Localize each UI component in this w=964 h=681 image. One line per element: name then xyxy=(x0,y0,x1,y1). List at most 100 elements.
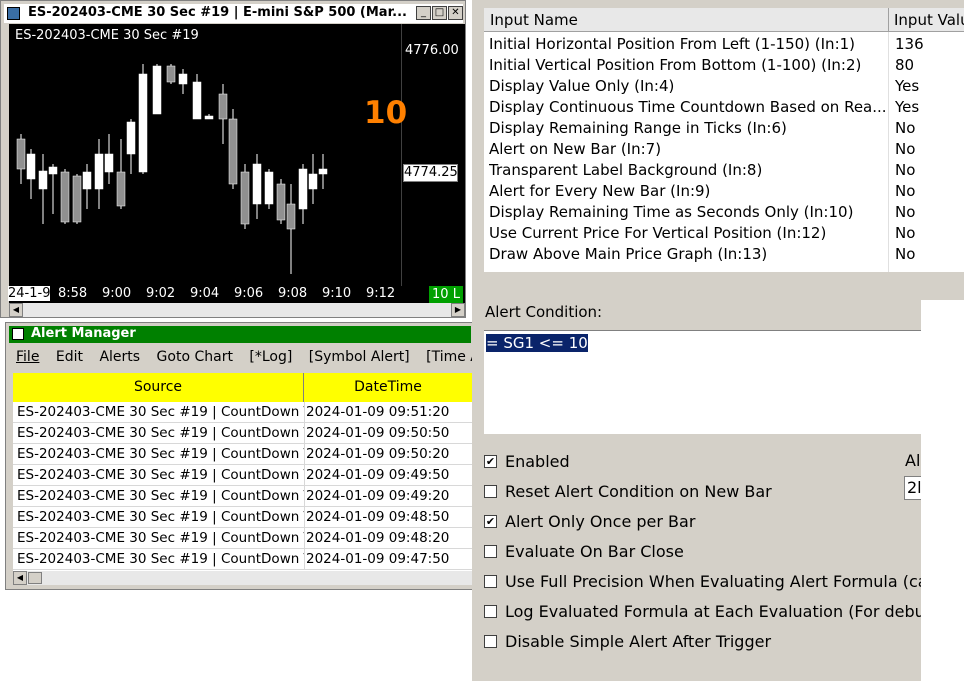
alerts-table: Source DateTime ES-202403-CME 30 Sec #19… xyxy=(13,373,472,571)
log-formula-checkbox[interactable] xyxy=(484,605,497,618)
candle xyxy=(166,65,176,83)
status-badge: 10 L xyxy=(429,286,463,303)
chart-app-icon xyxy=(7,7,20,20)
cell-datetime: 2024-01-09 09:47:50 xyxy=(306,551,450,567)
option-label: Log Evaluated Formula at Each Evaluation… xyxy=(505,602,921,621)
chart-horizontal-scrollbar[interactable]: ◀ ▶ xyxy=(9,303,465,317)
table-row[interactable]: ES-202403-CME 30 Sec #19 | CountDown T 20… xyxy=(13,423,472,444)
input-value[interactable]: Yes xyxy=(895,97,919,118)
scroll-right-arrow[interactable]: ▶ xyxy=(451,303,465,317)
option-alert-once[interactable]: ✔ Alert Only Once per Bar xyxy=(484,512,904,534)
input-row[interactable]: Alert for Every New Bar (In:9) No xyxy=(484,181,964,202)
menu-goto-chart[interactable]: Goto Chart xyxy=(157,349,233,365)
candle xyxy=(116,171,126,207)
option-label: Evaluate On Bar Close xyxy=(505,542,684,561)
inputs-header: Input Name Input Valu xyxy=(484,8,964,32)
alert-manager-icon xyxy=(12,328,24,340)
column-header-input-value[interactable]: Input Valu xyxy=(894,11,964,29)
input-name: Alert on New Bar (In:7) xyxy=(489,140,662,158)
option-evaluate-on-close[interactable]: Evaluate On Bar Close xyxy=(484,542,904,564)
option-label: Use Full Precision When Evaluating Alert… xyxy=(505,572,921,591)
input-value[interactable]: No xyxy=(895,139,915,160)
side-field-value: 2l xyxy=(907,478,921,497)
cell-source: ES-202403-CME 30 Sec #19 | CountDown T xyxy=(17,551,305,567)
cell-datetime: 2024-01-09 09:49:20 xyxy=(306,488,450,504)
column-header-input-name[interactable]: Input Name xyxy=(490,11,578,29)
enabled-checkbox[interactable]: ✔ xyxy=(484,455,497,468)
column-divider xyxy=(888,8,889,32)
disable-after-trigger-checkbox[interactable] xyxy=(484,635,497,648)
full-precision-checkbox[interactable] xyxy=(484,575,497,588)
input-name: Initial Vertical Position From Bottom (1… xyxy=(489,56,862,74)
candle xyxy=(152,65,162,115)
menu-alerts[interactable]: Alerts xyxy=(99,349,140,365)
side-field-input[interactable]: 2l xyxy=(904,476,921,500)
scroll-thumb[interactable] xyxy=(28,572,42,584)
input-value[interactable]: No xyxy=(895,223,915,244)
column-header-datetime[interactable]: DateTime xyxy=(304,373,472,402)
input-value[interactable]: No xyxy=(895,181,915,202)
input-row[interactable]: Display Remaining Time as Seconds Only (… xyxy=(484,202,964,223)
countdown-value: 10 xyxy=(364,95,408,131)
table-row[interactable]: ES-202403-CME 30 Sec #19 | CountDown T 20… xyxy=(13,528,472,549)
time-label: 9:10 xyxy=(322,286,352,301)
option-disable-after-trigger[interactable]: Disable Simple Alert After Trigger xyxy=(484,632,904,654)
scroll-left-arrow[interactable]: ◀ xyxy=(13,571,27,585)
option-log-formula[interactable]: Log Evaluated Formula at Each Evaluation… xyxy=(484,602,921,624)
input-value[interactable]: Yes xyxy=(895,76,919,97)
reset-checkbox[interactable] xyxy=(484,485,497,498)
input-value[interactable]: No xyxy=(895,202,915,223)
table-row[interactable]: ES-202403-CME 30 Sec #19 | CountDown T 20… xyxy=(13,486,472,507)
alert-condition-label: Alert Condition: xyxy=(485,303,603,321)
input-row[interactable]: Initial Vertical Position From Bottom (1… xyxy=(484,55,964,76)
input-value[interactable]: No xyxy=(895,244,915,265)
input-row[interactable]: Display Remaining Range in Ticks (In:6) N… xyxy=(484,118,964,139)
chart-window-title: ES-202403-CME 30 Sec #19 | E-mini S&P 50… xyxy=(28,5,407,20)
menu-symbol-alert[interactable]: [Symbol Alert] xyxy=(309,349,410,365)
scroll-left-arrow[interactable]: ◀ xyxy=(9,303,23,317)
cell-source: ES-202403-CME 30 Sec #19 | CountDown T xyxy=(17,404,305,420)
input-row[interactable]: Transparent Label Background (In:8) No xyxy=(484,160,964,181)
candlestick-chart[interactable] xyxy=(9,24,465,286)
input-row[interactable]: Initial Horizontal Position From Left (1… xyxy=(484,34,964,55)
input-value[interactable]: 80 xyxy=(895,55,914,76)
input-value[interactable]: No xyxy=(895,160,915,181)
cell-source: ES-202403-CME 30 Sec #19 | CountDown T xyxy=(17,425,305,441)
input-row[interactable]: Alert on New Bar (In:7) No xyxy=(484,139,964,160)
study-inputs-table: Input Name Input Valu Initial Horizontal… xyxy=(484,8,964,272)
input-value[interactable]: 136 xyxy=(895,34,924,55)
table-row[interactable]: ES-202403-CME 30 Sec #19 | CountDown T 20… xyxy=(13,507,472,528)
option-reset-on-new-bar[interactable]: Reset Alert Condition on New Bar xyxy=(484,482,904,504)
candle xyxy=(94,153,104,190)
menu-edit[interactable]: Edit xyxy=(56,349,83,365)
option-enabled[interactable]: ✔ Enabled xyxy=(484,452,904,474)
input-row[interactable]: Display Value Only (In:4) Yes xyxy=(484,76,964,97)
minimize-button[interactable]: _ xyxy=(416,6,431,20)
input-row[interactable]: Draw Above Main Price Graph (In:13) No xyxy=(484,244,964,265)
cell-datetime: 2024-01-09 09:50:50 xyxy=(306,425,450,441)
option-full-precision[interactable]: Use Full Precision When Evaluating Alert… xyxy=(484,572,921,594)
maximize-button[interactable]: □ xyxy=(432,6,447,20)
evaluate-close-checkbox[interactable] xyxy=(484,545,497,558)
alert-once-checkbox[interactable]: ✔ xyxy=(484,515,497,528)
menu-log[interactable]: [*Log] xyxy=(249,349,292,365)
menu-file[interactable]: File xyxy=(16,349,39,365)
input-value[interactable]: No xyxy=(895,118,915,139)
table-row[interactable]: ES-202403-CME 30 Sec #19 | CountDown T 20… xyxy=(13,549,472,570)
candle xyxy=(48,166,58,175)
alert-formula-field[interactable]: = SG1 <= 10 xyxy=(484,330,921,434)
column-header-source[interactable]: Source xyxy=(13,373,304,402)
chart-titlebar[interactable]: ES-202403-CME 30 Sec #19 | E-mini S&P 50… xyxy=(4,4,463,23)
alert-manager-titlebar[interactable]: Alert Manager xyxy=(9,326,471,343)
close-button[interactable]: ✕ xyxy=(448,6,463,20)
table-row[interactable]: ES-202403-CME 30 Sec #19 | CountDown T 20… xyxy=(13,465,472,486)
input-row[interactable]: Display Continuous Time Countdown Based … xyxy=(484,97,964,118)
table-row[interactable]: ES-202403-CME 30 Sec #19 | CountDown T 20… xyxy=(13,444,472,465)
input-row[interactable]: Use Current Price For Vertical Position … xyxy=(484,223,964,244)
time-label: 9:02 xyxy=(146,286,176,301)
option-label: Alert Only Once per Bar xyxy=(505,512,696,531)
table-row[interactable]: ES-202403-CME 30 Sec #19 | CountDown T 20… xyxy=(13,402,472,423)
input-name: Alert for Every New Bar (In:9) xyxy=(489,182,711,200)
cell-datetime: 2024-01-09 09:48:20 xyxy=(306,530,450,546)
alerts-horizontal-scrollbar[interactable]: ◀ xyxy=(13,571,472,585)
